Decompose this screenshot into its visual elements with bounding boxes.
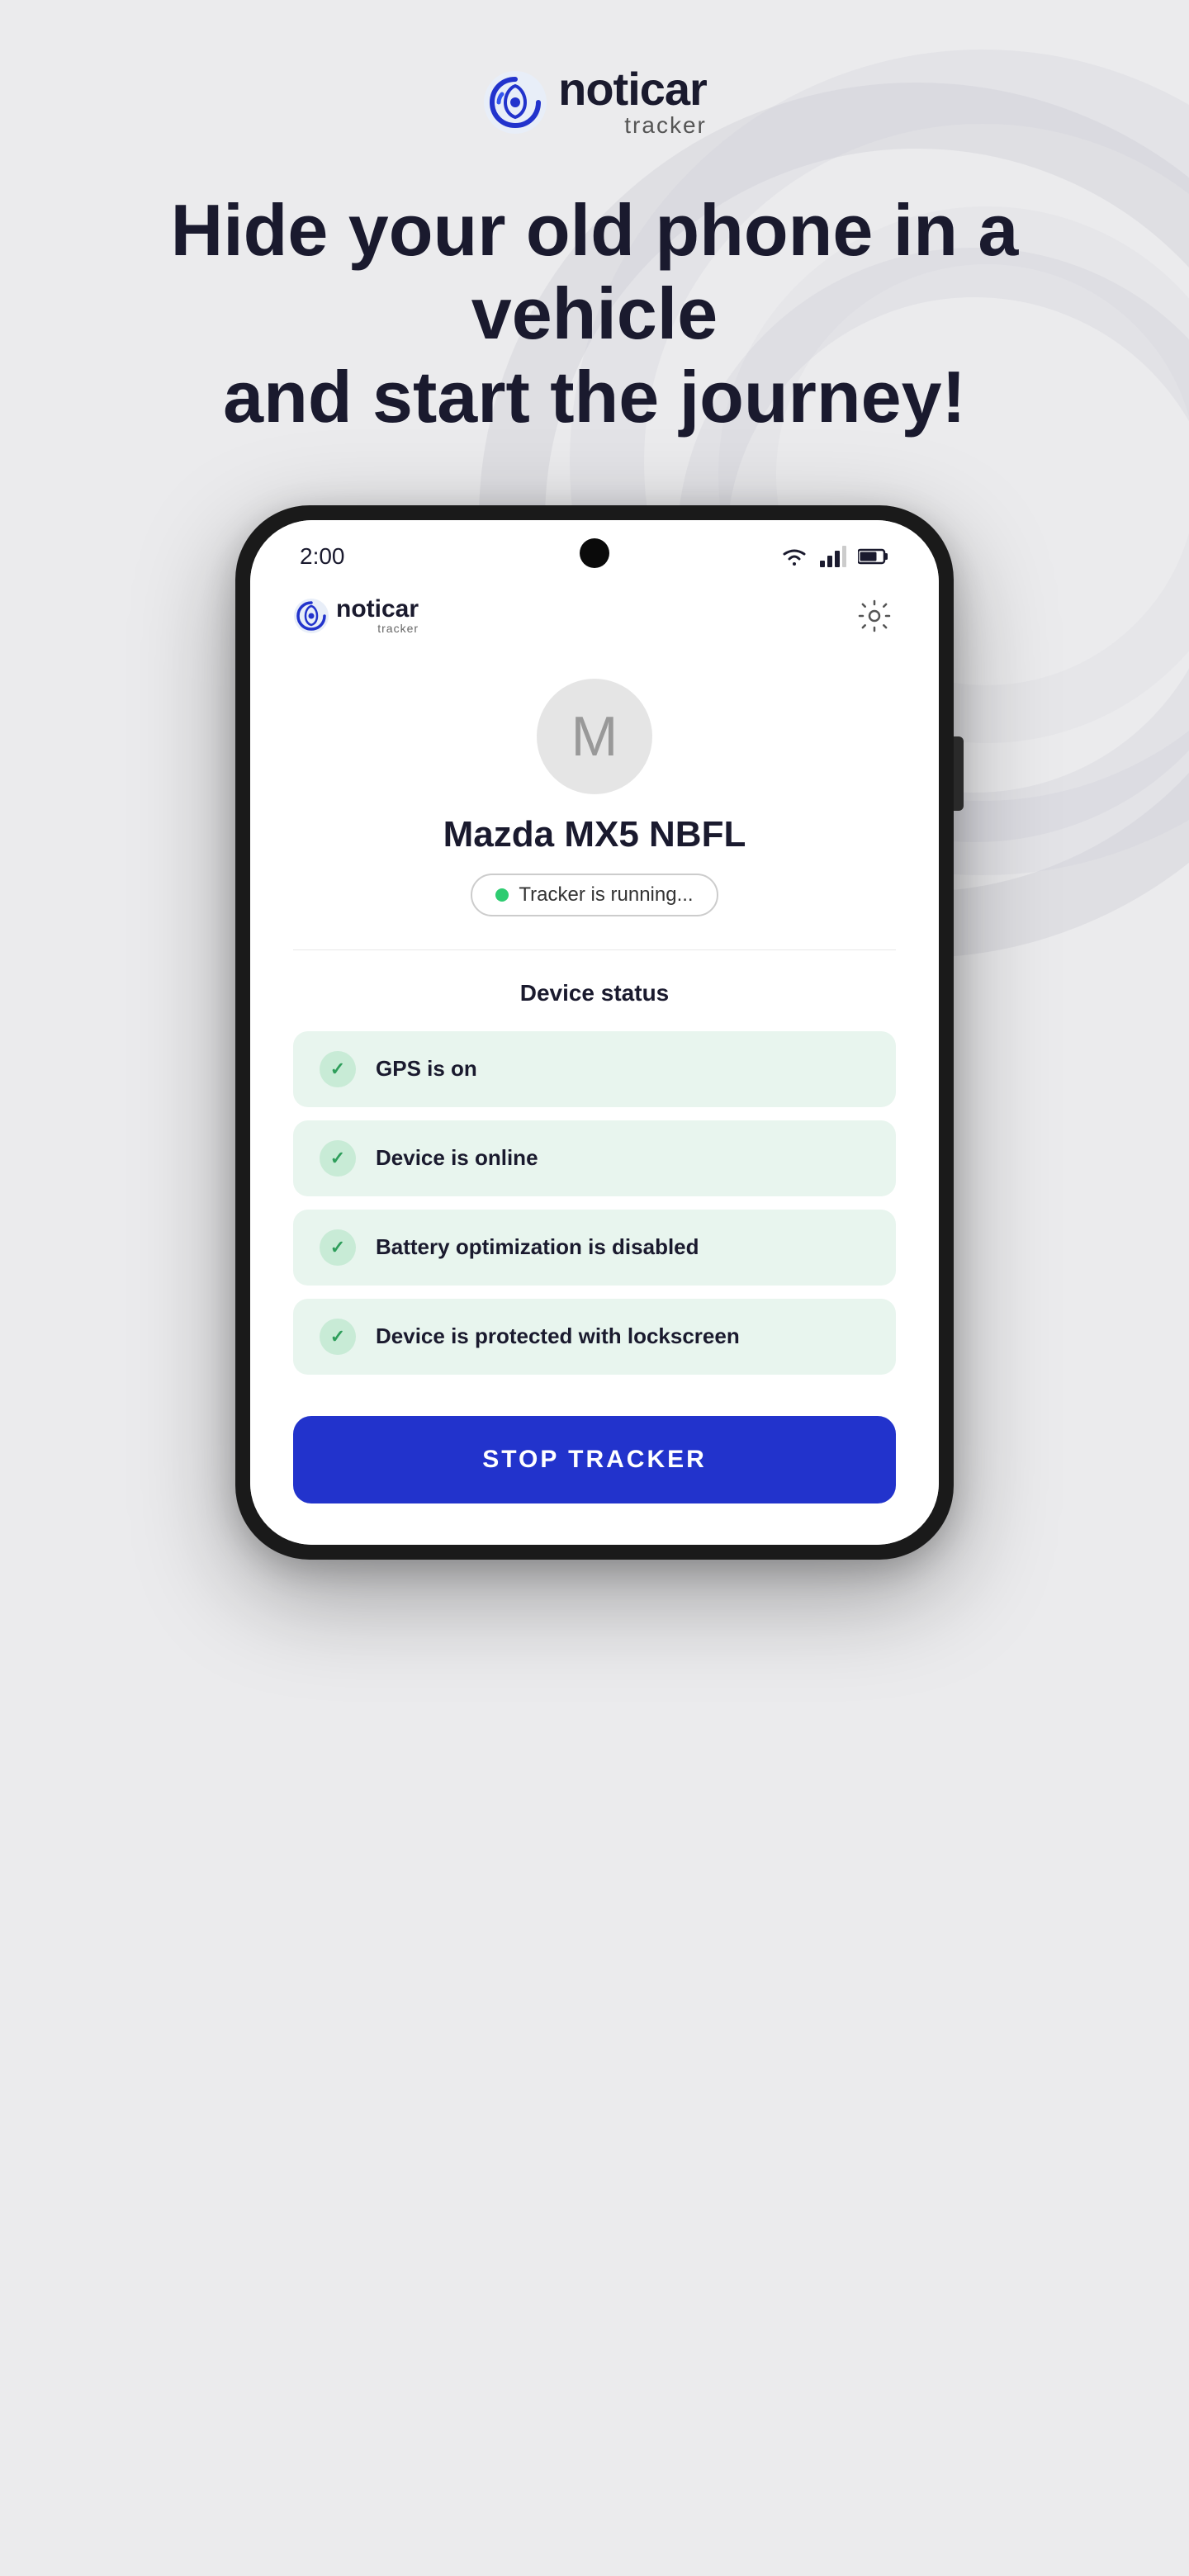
device-status-title: Device status — [293, 980, 896, 1006]
checkmark-battery: ✓ — [330, 1237, 345, 1258]
vehicle-section: M Mazda MX5 NBFL Tracker is running... — [293, 679, 896, 916]
status-item-text-lockscreen: Device is protected with lockscreen — [376, 1324, 740, 1349]
check-circle-lockscreen: ✓ — [320, 1319, 356, 1355]
app-logo-tracker: tracker — [336, 622, 419, 635]
brand-logo: noticar tracker — [482, 66, 707, 139]
tracker-status-text: Tracker is running... — [519, 883, 693, 907]
phone-screen: 2:00 — [250, 520, 939, 1545]
status-items-list: ✓ GPS is on ✓ Device is online — [293, 1031, 896, 1375]
app-logo-icon — [293, 598, 329, 634]
vehicle-avatar-letter: M — [571, 704, 618, 769]
phone-frame: 2:00 — [235, 505, 954, 1560]
status-item-lockscreen: ✓ Device is protected with lockscreen — [293, 1299, 896, 1375]
device-status-section: Device status ✓ GPS is on ✓ — [293, 980, 896, 1503]
status-item-battery: ✓ Battery optimization is disabled — [293, 1210, 896, 1286]
check-circle-online: ✓ — [320, 1140, 356, 1177]
section-divider — [293, 949, 896, 950]
status-item-gps: ✓ GPS is on — [293, 1031, 896, 1107]
app-logo-text: noticar tracker — [336, 597, 419, 635]
app-logo-noticar: noticar — [336, 595, 419, 623]
status-time: 2:00 — [300, 543, 345, 570]
page-headline: Hide your old phone in a vehicle and sta… — [140, 188, 1049, 439]
gear-icon — [858, 599, 891, 632]
stop-tracker-button[interactable]: STOP TRACKER — [293, 1416, 896, 1503]
battery-icon — [858, 547, 889, 566]
checkmark-online: ✓ — [330, 1148, 345, 1169]
status-icons — [780, 546, 889, 567]
check-circle-gps: ✓ — [320, 1051, 356, 1087]
app-content: noticar tracker M — [250, 578, 939, 1545]
phone-mockup: 2:00 — [235, 505, 954, 1560]
logo-tracker-text: tracker — [624, 112, 707, 139]
status-item-text-gps: GPS is on — [376, 1056, 477, 1082]
app-logo: noticar tracker — [293, 597, 419, 635]
status-item-text-battery: Battery optimization is disabled — [376, 1234, 699, 1260]
signal-icon — [820, 546, 846, 567]
status-item-online: ✓ Device is online — [293, 1120, 896, 1196]
status-item-text-online: Device is online — [376, 1145, 538, 1171]
check-circle-battery: ✓ — [320, 1229, 356, 1266]
vehicle-avatar: M — [537, 679, 652, 794]
vehicle-name: Mazda MX5 NBFL — [443, 814, 746, 855]
camera-notch — [580, 538, 609, 568]
wifi-icon — [780, 546, 808, 567]
checkmark-gps: ✓ — [330, 1058, 345, 1080]
tracker-status-badge: Tracker is running... — [471, 874, 718, 916]
logo-noticar-text: noticar — [558, 66, 707, 112]
app-header: noticar tracker — [293, 594, 896, 637]
logo-text-group: noticar tracker — [558, 66, 707, 139]
settings-button[interactable] — [853, 594, 896, 637]
checkmark-lockscreen: ✓ — [330, 1326, 345, 1347]
noticar-logo-icon — [482, 69, 548, 135]
tracker-running-dot — [495, 888, 509, 902]
